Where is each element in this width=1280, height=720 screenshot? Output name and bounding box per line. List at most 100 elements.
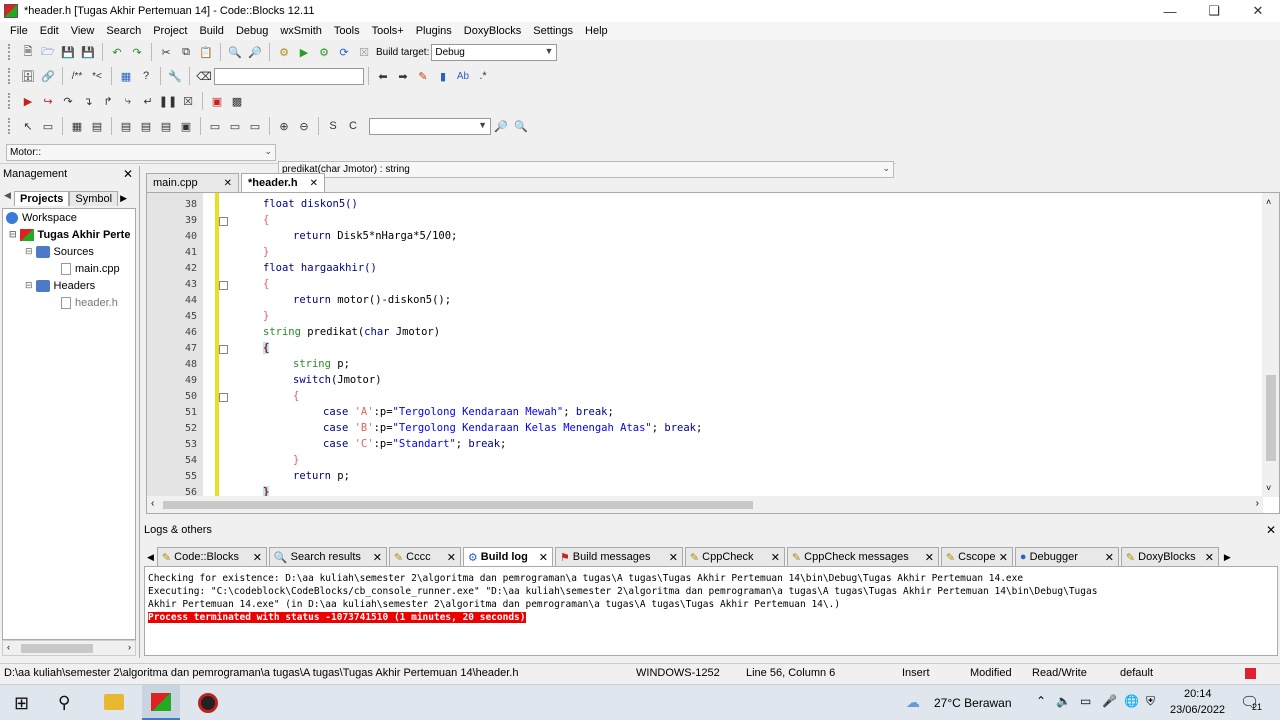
clear-icon[interactable]: ⌫ — [195, 67, 213, 85]
align-left-icon[interactable]: ▤ — [117, 117, 135, 135]
chevron-right-icon[interactable]: ▶ — [118, 191, 129, 206]
shield-icon[interactable]: ⛨ — [1146, 694, 1155, 709]
build-gear-icon[interactable]: ⚙ — [275, 43, 293, 61]
clock-time[interactable]: 20:14 — [1184, 688, 1212, 700]
chevron-up-icon[interactable]: ⌃ — [1036, 694, 1046, 708]
border-bottom-icon[interactable]: ▭ — [226, 117, 244, 135]
menu-edit[interactable]: Edit — [34, 25, 65, 37]
tree-headers-folder[interactable]: ⊟ Headers — [3, 277, 135, 294]
frame-icon[interactable]: ▭ — [39, 117, 57, 135]
menu-project[interactable]: Project — [147, 25, 193, 37]
menu-tools[interactable]: Tools — [328, 25, 366, 37]
arrow-right-icon[interactable]: ➡ — [394, 67, 412, 85]
expand-icon[interactable]: ▣ — [177, 117, 195, 135]
chevron-left-icon[interactable]: ‹ — [151, 498, 154, 509]
save-icon[interactable]: 💾 — [59, 43, 77, 61]
new-file-icon[interactable]: 🗎 — [19, 43, 37, 61]
symbol-search-select[interactable]: ▼ — [369, 117, 491, 135]
cut-icon[interactable]: ✂ — [157, 43, 175, 61]
chevron-left-icon[interactable]: ‹ — [7, 642, 10, 652]
run-icon[interactable]: ▶ — [295, 43, 313, 61]
close-icon[interactable]: ✕ — [999, 551, 1008, 564]
close-icon[interactable]: ✕ — [925, 551, 934, 564]
editor-horizontal-scrollbar[interactable]: ‹ › — [147, 496, 1263, 513]
fold-marker-icon[interactable] — [219, 393, 228, 402]
close-icon[interactable]: ✕ — [373, 551, 382, 564]
menu-settings[interactable]: Settings — [527, 25, 579, 37]
zoom-in-icon[interactable]: ⊕ — [275, 117, 293, 135]
break-icon[interactable]: ❚❚ — [159, 92, 177, 110]
abort-icon[interactable]: ☒ — [355, 43, 373, 61]
s-icon[interactable]: S — [324, 117, 342, 135]
close-button[interactable]: ✕ — [1236, 0, 1280, 22]
close-icon[interactable]: ✕ — [253, 551, 262, 564]
bookmark-icon[interactable]: 🔗 — [39, 67, 57, 85]
tab-search-results[interactable]: 🔍 Search results ✕ — [268, 547, 387, 566]
code-editor[interactable]: 38 39 40 41 42 43 44 45 46 47 48 49 50 5… — [146, 192, 1280, 514]
chevron-left-icon[interactable]: ◀ — [4, 190, 11, 201]
close-icon[interactable]: ✕ — [1205, 551, 1214, 564]
zoom-out-icon[interactable]: ⊖ — [295, 117, 313, 135]
start-windows-icon[interactable]: ⊞ — [14, 693, 29, 714]
copy-icon[interactable]: ⧉ — [177, 43, 195, 61]
pointer-icon[interactable]: ↖ — [19, 117, 37, 135]
collapse-icon[interactable]: ⊟ — [25, 246, 33, 257]
redo-icon[interactable]: ↷ — [128, 43, 146, 61]
menu-debug[interactable]: Debug — [230, 25, 274, 37]
clock-date[interactable]: 23/06/2022 — [1170, 704, 1225, 716]
menu-view[interactable]: View — [65, 25, 101, 37]
jump-icon[interactable]: 🗄 — [19, 67, 37, 85]
save-all-icon[interactable]: 💾 — [79, 43, 97, 61]
scroll-thumb[interactable] — [163, 501, 753, 509]
fold-marker-icon[interactable] — [219, 217, 228, 226]
tab-cppcheck-messages[interactable]: ✎ CppCheck messages ✕ — [786, 547, 939, 566]
tree-workspace[interactable]: Workspace — [3, 209, 135, 226]
speaker-icon[interactable]: 🔈 — [1056, 694, 1071, 708]
comment-icon[interactable]: /** — [68, 67, 86, 85]
whole-word-icon[interactable]: Ab — [454, 67, 472, 85]
align-center-icon[interactable]: ▤ — [137, 117, 155, 135]
close-icon[interactable]: ✕ — [539, 551, 548, 564]
menu-doxyblocks[interactable]: DoxyBlocks — [458, 25, 527, 37]
build-target-select[interactable]: Debug ▼ — [431, 43, 558, 61]
wrench-icon[interactable]: 🔧 — [166, 67, 184, 85]
close-icon[interactable]: ✕ — [224, 178, 232, 189]
dialog-icon[interactable]: ▤ — [88, 117, 106, 135]
menu-help[interactable]: Help — [579, 25, 614, 37]
menu-search[interactable]: Search — [100, 25, 147, 37]
maximize-button[interactable]: ❏ — [1192, 0, 1236, 22]
chevron-left-icon[interactable]: ◀ — [144, 549, 157, 566]
tab-header-h[interactable]: *header.h ✕ — [241, 173, 325, 192]
tab-debugger[interactable]: ● Debugger ✕ — [1014, 547, 1119, 566]
close-icon[interactable]: ✕ — [669, 551, 678, 564]
build-run-icon[interactable]: ⚙ — [315, 43, 333, 61]
menu-wxsmith[interactable]: wxSmith — [274, 25, 328, 37]
tab-cppcheck[interactable]: ✎ CppCheck ✕ — [684, 547, 785, 566]
debug-start-icon[interactable]: ▶ — [19, 92, 37, 110]
tab-symbols[interactable]: Symbol — [69, 191, 119, 206]
next-line-icon[interactable]: ↷ — [59, 92, 77, 110]
border-top-icon[interactable]: ▭ — [206, 117, 224, 135]
fold-marker-icon[interactable] — [219, 345, 228, 354]
tree-file-header[interactable]: header.h — [3, 294, 135, 311]
open-file-icon[interactable]: 🗁 — [39, 43, 57, 61]
help-icon[interactable]: ? — [137, 67, 155, 85]
editor-vertical-scrollbar[interactable]: ˄ ˅ — [1262, 193, 1279, 497]
replace-icon[interactable]: 🔎 — [246, 43, 264, 61]
search-symbol-icon[interactable]: 🔎 — [492, 117, 510, 135]
tree-horizontal-scrollbar[interactable]: ‹ › — [2, 640, 136, 656]
step-instruction-icon[interactable]: ↵ — [139, 92, 157, 110]
close-icon[interactable]: ✕ — [447, 551, 456, 564]
tab-build-log[interactable]: ⚙ Build log ✕ — [462, 547, 553, 566]
close-icon[interactable]: ✕ — [771, 551, 780, 564]
microphone-icon[interactable]: 🎤 — [1102, 694, 1117, 708]
border-side-icon[interactable]: ▭ — [246, 117, 264, 135]
globe-icon[interactable]: 🌐 — [1124, 694, 1139, 708]
info-icon[interactable]: ▩ — [228, 92, 246, 110]
menu-tools-plus[interactable]: Tools+ — [366, 25, 410, 37]
next-instruction-icon[interactable]: ⤷ — [119, 92, 137, 110]
arrow-left-icon[interactable]: ⬅ — [374, 67, 392, 85]
collapse-icon[interactable]: ⊟ — [25, 280, 33, 291]
battery-icon[interactable]: ▭ — [1080, 694, 1091, 708]
align-right-icon[interactable]: ▤ — [157, 117, 175, 135]
